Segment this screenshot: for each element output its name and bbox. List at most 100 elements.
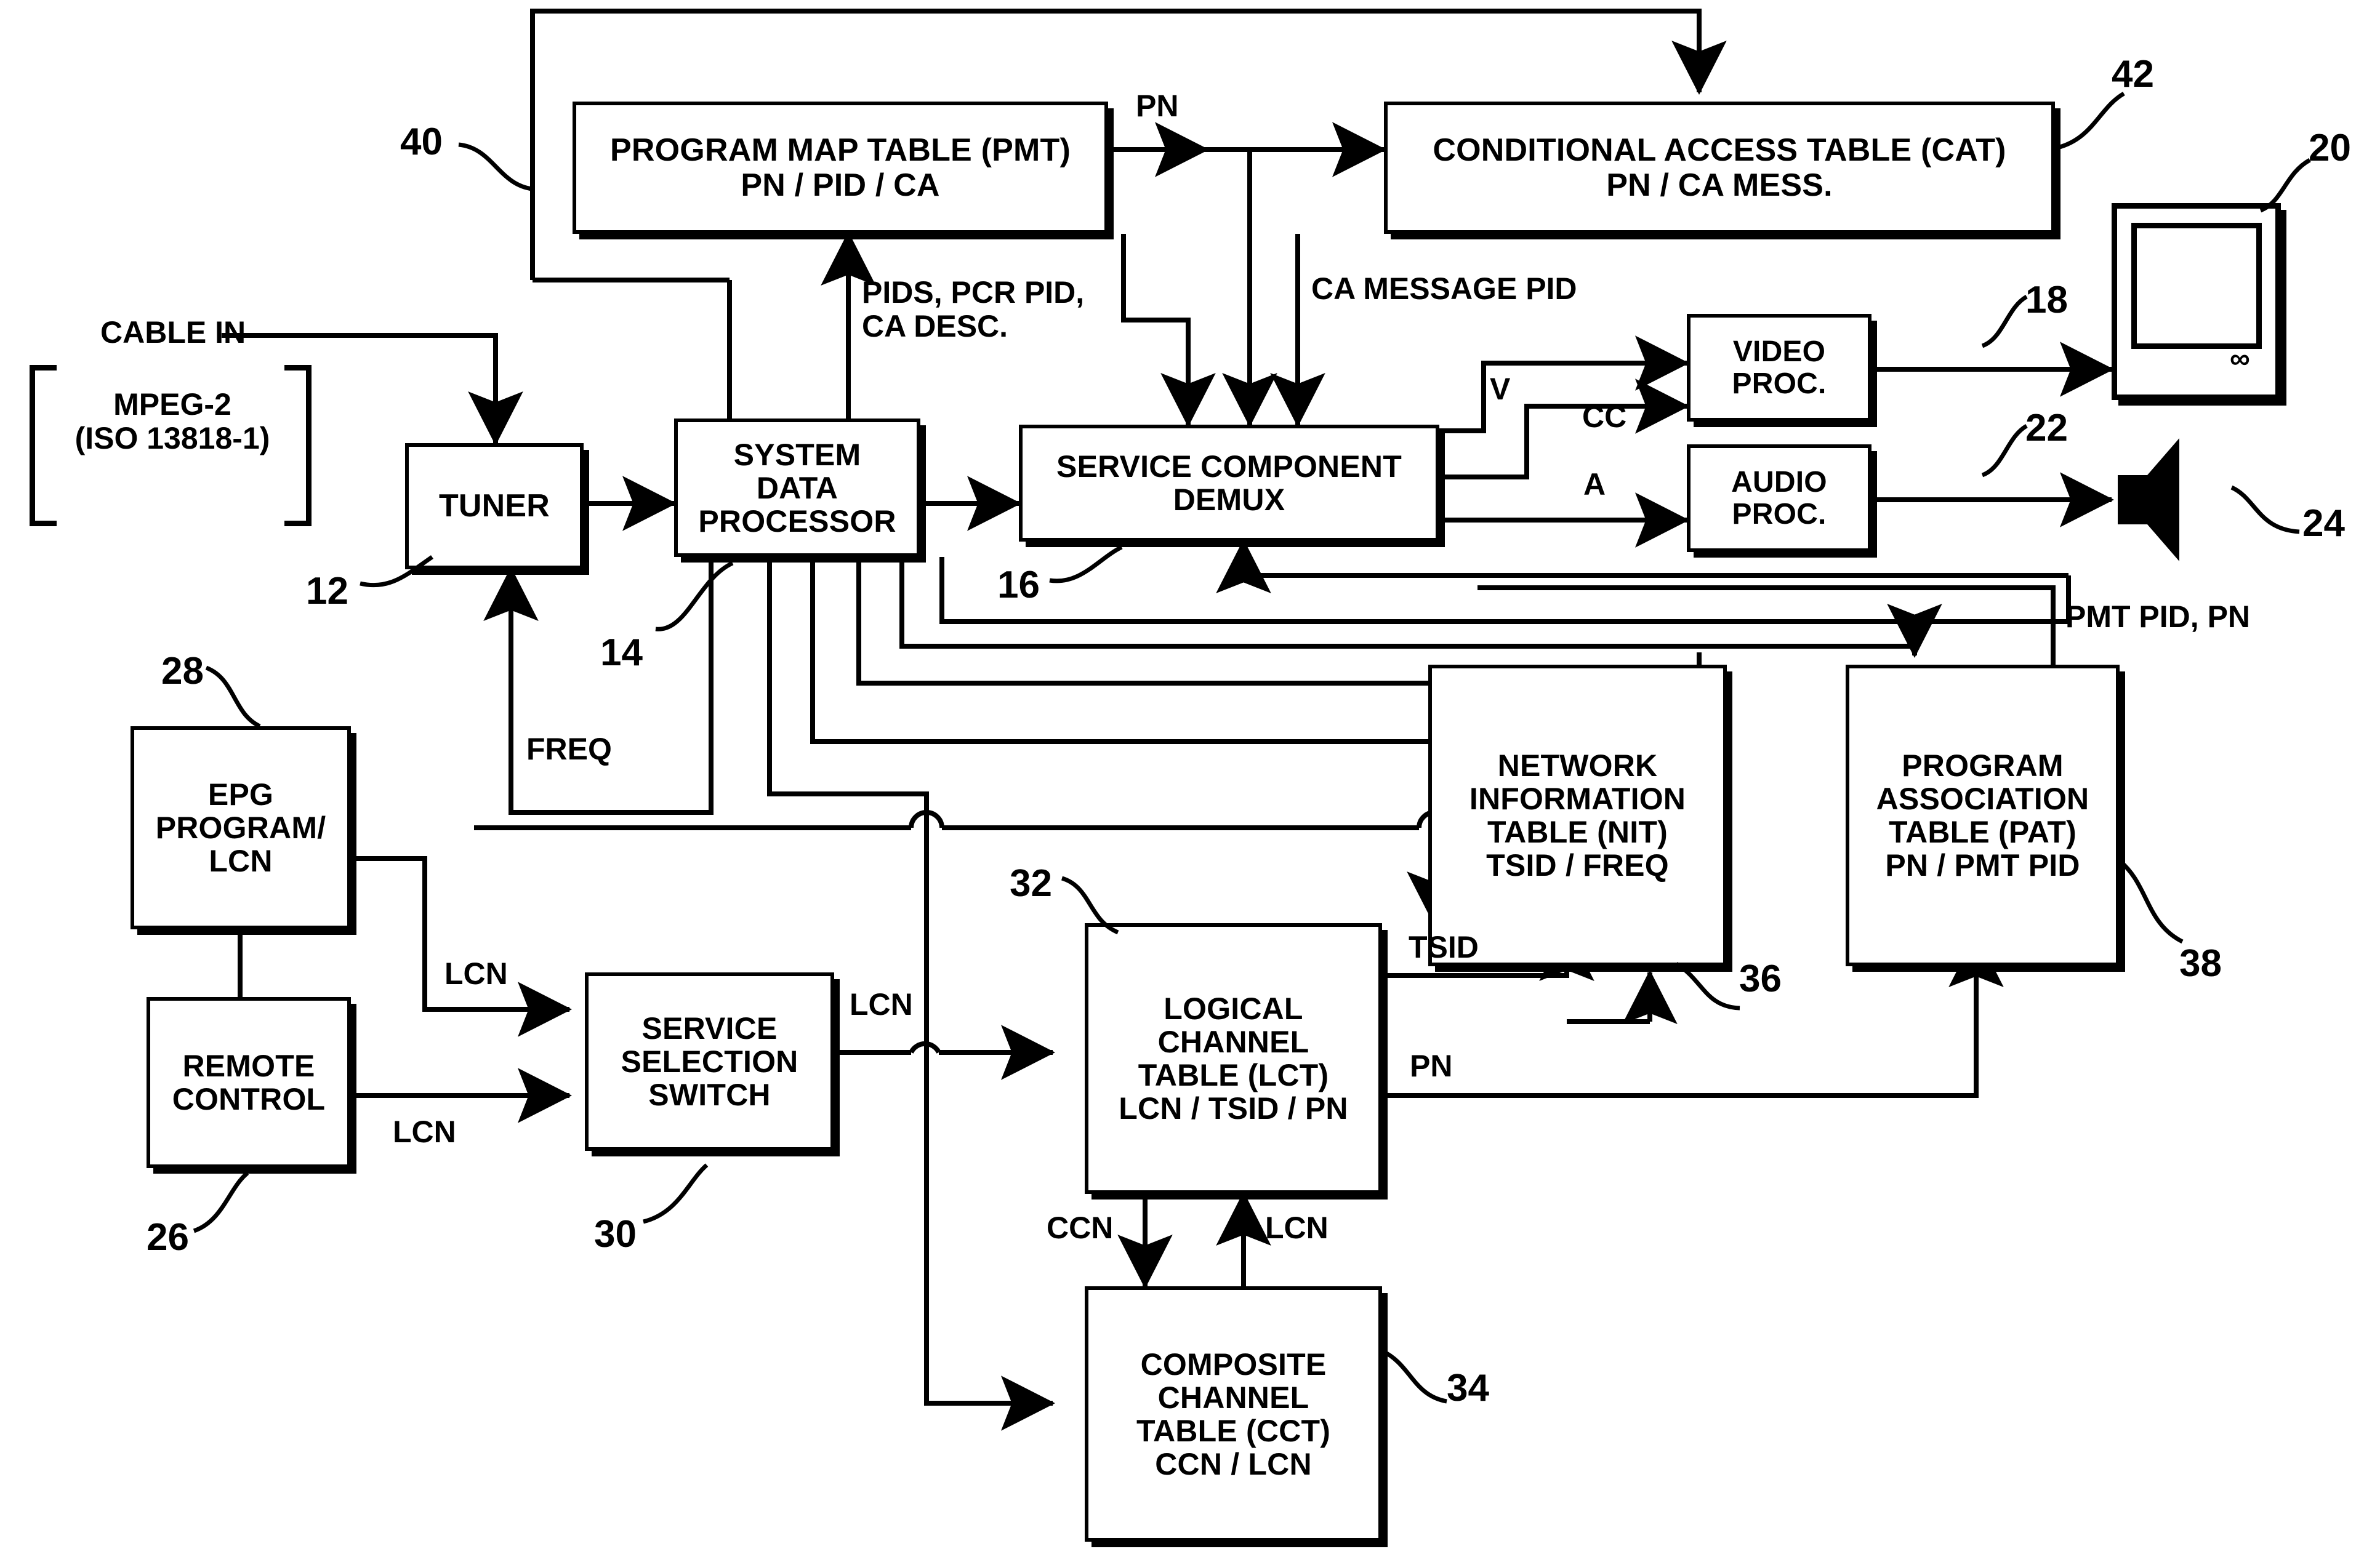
ref-26: 26 xyxy=(147,1216,189,1259)
leader-26 xyxy=(193,1171,249,1233)
figure-canvas: PROGRAM MAP TABLE (PMT) PN / PID / CA 40… xyxy=(0,0,2380,1554)
leader-22 xyxy=(1981,423,2028,478)
leader-16 xyxy=(1049,545,1123,583)
lct-line1: LOGICAL xyxy=(1164,991,1303,1026)
leader-30 xyxy=(643,1163,709,1224)
ref-14: 14 xyxy=(600,631,643,674)
label-ca-message-pid: CA MESSAGE PID xyxy=(1311,271,1577,306)
sss-line2: SELECTION xyxy=(621,1044,798,1079)
mpeg-line2: (ISO 13818-1) xyxy=(74,421,270,455)
leader-20 xyxy=(2259,158,2311,213)
block-program-map-table[interactable]: PROGRAM MAP TABLE (PMT) PN / PID / CA xyxy=(573,102,1108,234)
block-remote-control[interactable]: REMOTE CONTROL xyxy=(147,997,351,1168)
leader-24 xyxy=(2230,485,2300,534)
lct-line3: TABLE (LCT) xyxy=(1138,1058,1329,1092)
demux-line2: DEMUX xyxy=(1173,483,1285,517)
pat-line1: PROGRAM xyxy=(1902,748,2064,783)
pids-line1: PIDS, PCR PID, xyxy=(862,275,1085,310)
block-network-information-table[interactable]: NETWORK INFORMATION TABLE (NIT) TSID / F… xyxy=(1428,665,1727,966)
leader-40 xyxy=(458,142,533,191)
mpeg-bracket-right xyxy=(284,365,312,526)
sdp-line2: DATA xyxy=(756,470,838,505)
ref-12: 12 xyxy=(306,570,348,612)
block-epg-program-lcn[interactable]: EPG PROGRAM/ LCN xyxy=(131,726,351,929)
cat-line1: CONDITIONAL ACCESS TABLE (CAT) xyxy=(1433,132,2006,169)
monitor-screen xyxy=(2131,223,2262,349)
label-lcn-remote: LCN xyxy=(393,1115,456,1149)
remote-line2: CONTROL xyxy=(172,1082,326,1116)
sss-line3: SWITCH xyxy=(648,1078,771,1112)
pat-line2: ASSOCIATION xyxy=(1876,782,2089,816)
demux-line1: SERVICE COMPONENT xyxy=(1056,449,1402,484)
nit-line2: INFORMATION xyxy=(1469,782,1686,816)
block-service-component-demux[interactable]: SERVICE COMPONENT DEMUX xyxy=(1019,425,1439,542)
nit-line3: TABLE (NIT) xyxy=(1487,815,1668,849)
label-pids-pcr-ca-desc: PIDS, PCR PID, CA DESC. xyxy=(862,276,1084,343)
block-tuner[interactable]: TUNER xyxy=(405,443,584,569)
cable-in-label: CABLE IN xyxy=(100,315,246,350)
block-system-data-processor[interactable]: SYSTEM DATA PROCESSOR xyxy=(674,419,920,557)
mpeg-standard-note: MPEG-2 (ISO 13818-1) xyxy=(74,388,271,455)
nit-line4: TSID / FREQ xyxy=(1486,848,1669,883)
ref-16: 16 xyxy=(997,564,1040,606)
epg-line3: LCN xyxy=(209,844,273,878)
sss-line1: SERVICE xyxy=(641,1011,778,1046)
monitor-controls-icon: ∞ xyxy=(2230,342,2250,374)
nit-line1: NETWORK xyxy=(1497,748,1658,783)
lct-line4: LCN / TSID / PN xyxy=(1119,1091,1348,1126)
leader-34 xyxy=(1381,1348,1447,1404)
leader-32 xyxy=(1061,876,1119,935)
sdp-line3: PROCESSOR xyxy=(698,503,896,539)
cat-line2: PN / CA MESS. xyxy=(1606,167,1833,203)
cct-line1: COMPOSITE xyxy=(1140,1347,1327,1382)
label-lcn-lct-in: LCN xyxy=(1265,1211,1329,1245)
leader-38 xyxy=(2117,859,2184,944)
label-cc: CC xyxy=(1582,399,1627,434)
block-video-processor[interactable]: VIDEO PROC. xyxy=(1687,314,1871,422)
leader-18 xyxy=(1981,294,2028,348)
remote-line1: REMOTE xyxy=(182,1049,315,1083)
pmt-line1: PROGRAM MAP TABLE (PMT) xyxy=(610,132,1071,169)
ref-30: 30 xyxy=(594,1213,637,1256)
label-freq: FREQ xyxy=(526,732,612,766)
block-service-selection-switch[interactable]: SERVICE SELECTION SWITCH xyxy=(585,972,834,1151)
pat-line3: TABLE (PAT) xyxy=(1889,815,2076,849)
epg-line2: PROGRAM/ xyxy=(155,811,326,845)
block-audio-processor[interactable]: AUDIO PROC. xyxy=(1687,444,1871,552)
leader-42 xyxy=(2057,91,2125,150)
label-lcn-epg: LCN xyxy=(444,956,508,991)
pids-line2: CA DESC. xyxy=(862,309,1008,343)
video-line1: VIDEO PROC. xyxy=(1732,335,1827,400)
block-program-association-table[interactable]: PROGRAM ASSOCIATION TABLE (PAT) PN / PMT… xyxy=(1846,665,2120,966)
sdp-line1: SYSTEM xyxy=(733,437,861,472)
pmt-line2: PN / PID / CA xyxy=(741,167,940,203)
leader-36 xyxy=(1675,962,1740,1011)
loudspeaker-icon[interactable] xyxy=(2105,431,2247,572)
label-pn-lct-out: PN xyxy=(1410,1049,1453,1083)
ref-40: 40 xyxy=(400,121,443,163)
label-tsid-lct-out: TSID xyxy=(1409,930,1479,964)
label-v: V xyxy=(1490,372,1511,406)
leader-12 xyxy=(360,555,433,588)
epg-line1: EPG xyxy=(207,777,274,812)
label-pn-top: PN xyxy=(1136,89,1179,123)
leader-28 xyxy=(205,665,261,729)
label-lcn-sss-out: LCN xyxy=(850,987,913,1022)
mpeg-line1: MPEG-2 xyxy=(113,387,231,422)
label-a: A xyxy=(1583,467,1606,502)
block-composite-channel-table[interactable]: COMPOSITE CHANNEL TABLE (CCT) CCN / LCN xyxy=(1085,1286,1382,1542)
tuner-line1: TUNER xyxy=(438,488,550,524)
cct-line3: TABLE (CCT) xyxy=(1136,1413,1331,1448)
leader-14 xyxy=(655,561,734,631)
label-pmt-pid-pn: PMT PID, PN xyxy=(2065,599,2251,634)
audio-line1: AUDIO PROC. xyxy=(1731,465,1827,531)
label-ccn: CCN xyxy=(1047,1211,1114,1245)
cct-line4: CCN / LCN xyxy=(1155,1446,1312,1481)
ref-28: 28 xyxy=(161,650,204,692)
ref-32: 32 xyxy=(1010,862,1052,905)
block-logical-channel-table[interactable]: LOGICAL CHANNEL TABLE (LCT) LCN / TSID /… xyxy=(1085,923,1382,1194)
cct-line2: CHANNEL xyxy=(1157,1380,1309,1415)
pat-line4: PN / PMT PID xyxy=(1885,848,2080,883)
block-conditional-access-table[interactable]: CONDITIONAL ACCESS TABLE (CAT) PN / CA M… xyxy=(1384,102,2055,234)
lct-line2: CHANNEL xyxy=(1157,1025,1309,1059)
